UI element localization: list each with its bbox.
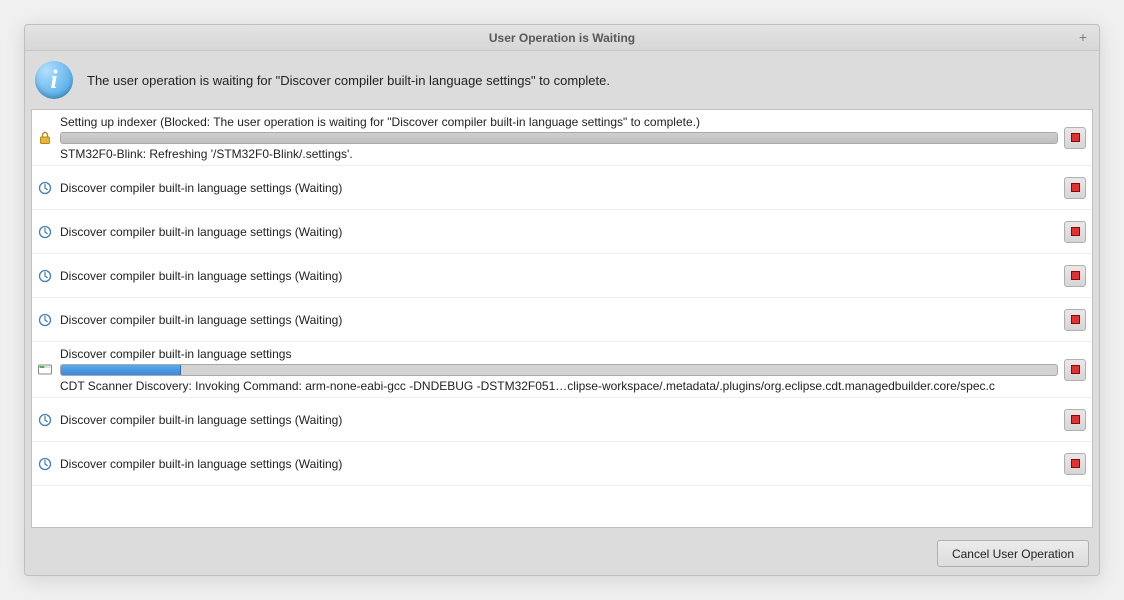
task-list[interactable]: Setting up indexer (Blocked: The user op… xyxy=(31,109,1093,528)
dialog-header: i The user operation is waiting for "Dis… xyxy=(25,51,1099,109)
task-title: Discover compiler built-in language sett… xyxy=(60,347,1058,361)
dialog-window: User Operation is Waiting + i The user o… xyxy=(24,24,1100,576)
clock-icon xyxy=(36,446,54,481)
stop-icon xyxy=(1071,315,1080,324)
lock-icon xyxy=(36,114,54,161)
clock-icon xyxy=(36,170,54,205)
progress-bar xyxy=(60,364,1058,376)
stop-icon xyxy=(1071,365,1080,374)
header-message: The user operation is waiting for "Disco… xyxy=(87,73,610,88)
progress-bar xyxy=(60,132,1058,144)
task-title: Setting up indexer (Blocked: The user op… xyxy=(60,115,1058,129)
stop-icon xyxy=(1071,271,1080,280)
stop-icon xyxy=(1071,227,1080,236)
task-list-container: Setting up indexer (Blocked: The user op… xyxy=(31,109,1093,528)
clock-icon xyxy=(36,258,54,293)
task-row: Discover compiler built-in language sett… xyxy=(32,398,1092,442)
task-body: Discover compiler built-in language sett… xyxy=(60,170,1058,205)
stop-icon xyxy=(1071,183,1080,192)
task-row: Discover compiler built-in language sett… xyxy=(32,442,1092,486)
button-bar: Cancel User Operation xyxy=(25,534,1099,575)
titlebar-title: User Operation is Waiting xyxy=(489,31,635,45)
stop-button[interactable] xyxy=(1064,453,1086,475)
task-body: Discover compiler built-in language sett… xyxy=(60,302,1058,337)
titlebar: User Operation is Waiting + xyxy=(25,25,1099,51)
clock-icon xyxy=(36,302,54,337)
task-row: Discover compiler built-in language sett… xyxy=(32,254,1092,298)
task-row: Discover compiler built-in language sett… xyxy=(32,166,1092,210)
stop-button[interactable] xyxy=(1064,127,1086,149)
stop-icon xyxy=(1071,415,1080,424)
task-body: Discover compiler built-in language sett… xyxy=(60,258,1058,293)
stop-button[interactable] xyxy=(1064,409,1086,431)
task-detail: STM32F0-Blink: Refreshing '/STM32F0-Blin… xyxy=(60,147,1058,161)
stop-icon xyxy=(1071,459,1080,468)
task-title: Discover compiler built-in language sett… xyxy=(60,413,1058,427)
stop-button[interactable] xyxy=(1064,309,1086,331)
stop-button[interactable] xyxy=(1064,221,1086,243)
stop-button[interactable] xyxy=(1064,359,1086,381)
progress-fill xyxy=(61,133,1057,143)
task-body: Setting up indexer (Blocked: The user op… xyxy=(60,114,1058,161)
progress-fill xyxy=(61,365,181,375)
info-icon: i xyxy=(35,61,73,99)
titlebar-maximize-icon[interactable]: + xyxy=(1075,29,1091,45)
task-title: Discover compiler built-in language sett… xyxy=(60,225,1058,239)
stop-button[interactable] xyxy=(1064,265,1086,287)
task-body: Discover compiler built-in language sett… xyxy=(60,346,1058,393)
task-row: Discover compiler built-in language sett… xyxy=(32,298,1092,342)
task-title: Discover compiler built-in language sett… xyxy=(60,181,1058,195)
cancel-user-operation-button[interactable]: Cancel User Operation xyxy=(937,540,1089,567)
task-body: Discover compiler built-in language sett… xyxy=(60,446,1058,481)
task-detail: CDT Scanner Discovery: Invoking Command:… xyxy=(60,379,1058,393)
stop-icon xyxy=(1071,133,1080,142)
task-row: Setting up indexer (Blocked: The user op… xyxy=(32,110,1092,166)
task-row: Discover compiler built-in language sett… xyxy=(32,342,1092,398)
clock-icon xyxy=(36,402,54,437)
console-icon xyxy=(36,346,54,393)
clock-icon xyxy=(36,214,54,249)
stop-button[interactable] xyxy=(1064,177,1086,199)
task-body: Discover compiler built-in language sett… xyxy=(60,214,1058,249)
task-body: Discover compiler built-in language sett… xyxy=(60,402,1058,437)
task-title: Discover compiler built-in language sett… xyxy=(60,269,1058,283)
task-title: Discover compiler built-in language sett… xyxy=(60,457,1058,471)
task-title: Discover compiler built-in language sett… xyxy=(60,313,1058,327)
task-row: Discover compiler built-in language sett… xyxy=(32,210,1092,254)
